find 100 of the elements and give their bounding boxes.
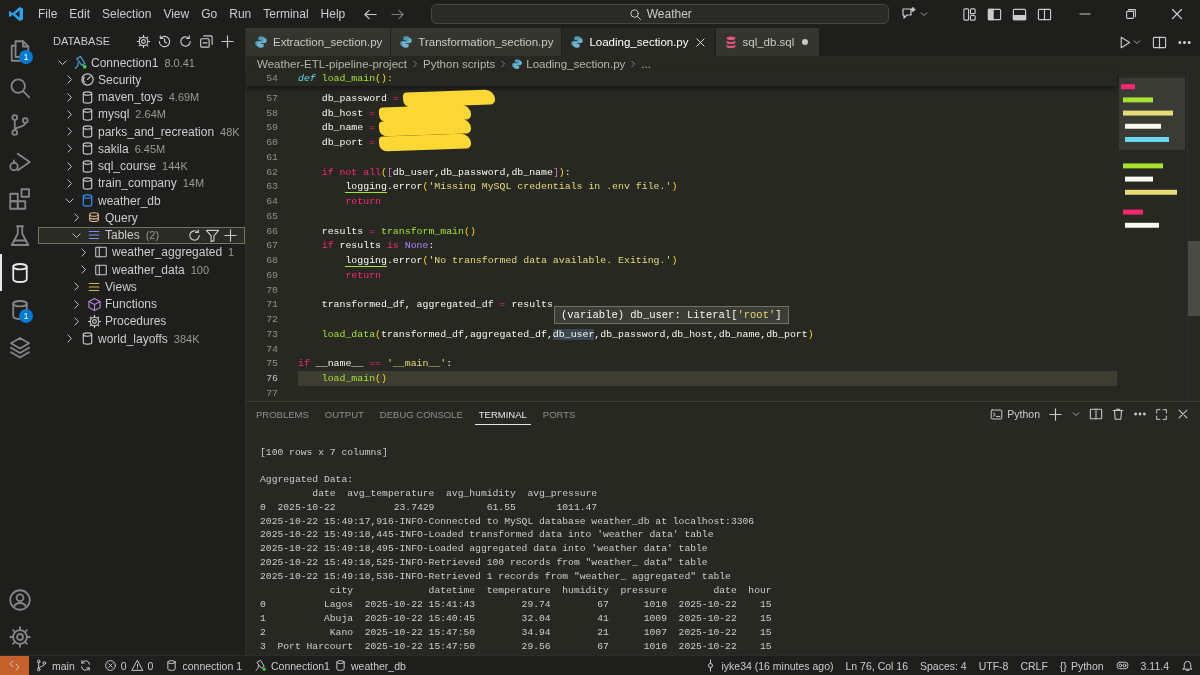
python-file-icon xyxy=(511,57,524,70)
tree-item[interactable]: Views xyxy=(38,278,245,296)
tree-item[interactable]: world_layoffs 384K xyxy=(38,330,245,348)
status-item[interactable]: {} Python xyxy=(1053,656,1110,675)
notification-badge: 1 xyxy=(19,309,33,323)
terminal-line: date avg_temperature avg_humidity avg_pressure xyxy=(311,486,599,501)
sidebar-toggle-icon[interactable] xyxy=(987,6,1002,22)
tree-item[interactable]: Query xyxy=(38,209,245,227)
tree-item[interactable]: mysql 2.64M xyxy=(38,105,245,123)
account-icon[interactable] xyxy=(8,587,32,612)
close-icon[interactable] xyxy=(693,35,707,49)
bell-icon xyxy=(1181,659,1194,672)
tree-item[interactable]: weather_data 100 xyxy=(38,261,245,279)
status-item[interactable]: iyke34 (16 minutes ago) xyxy=(698,656,840,675)
plus-icon[interactable] xyxy=(1048,406,1063,422)
panel-tab[interactable]: TERMINAL xyxy=(474,403,531,425)
files-icon[interactable] xyxy=(8,38,32,63)
breadcrumb-item[interactable]: Weather-ETL-pipeline-project xyxy=(257,57,407,70)
history-icon[interactable] xyxy=(157,33,172,49)
panel-toggle-icon[interactable] xyxy=(1012,6,1027,22)
gear-icon[interactable] xyxy=(8,624,32,649)
status-item[interactable]: CRLF xyxy=(1014,656,1054,675)
tree-item[interactable]: Security xyxy=(38,71,245,89)
split-editor-icon[interactable] xyxy=(1089,407,1103,421)
line-number: 76 xyxy=(265,373,279,385)
chevron-right-icon xyxy=(410,58,420,69)
collapse-all-icon[interactable] xyxy=(199,33,214,49)
extensions-icon[interactable] xyxy=(8,186,32,211)
status-item[interactable]: main xyxy=(29,656,98,675)
line-number: 57 xyxy=(265,92,279,104)
status-item[interactable]: Ln 76, Col 16 xyxy=(839,656,914,675)
tree-item[interactable]: train_company 14M xyxy=(38,174,245,192)
plus-icon[interactable] xyxy=(220,33,235,49)
panel-tab[interactable]: PROBLEMS xyxy=(252,403,313,425)
branch-icon[interactable] xyxy=(8,112,32,137)
tree-item[interactable]: sql_course 144K xyxy=(38,157,245,175)
editor-tab[interactable]: Extraction_section.py xyxy=(246,28,392,56)
hover-tooltip: (variable) db_user: Literal['root'] xyxy=(554,306,789,324)
layers-icon[interactable] xyxy=(8,334,32,359)
filter-icon[interactable] xyxy=(205,227,220,243)
app-logo-icon[interactable] xyxy=(8,6,24,22)
gauge-icon xyxy=(79,72,95,88)
menu-item[interactable]: Run xyxy=(223,4,258,24)
menu-item[interactable]: Selection xyxy=(96,4,158,24)
breadcrumb-item[interactable]: ... xyxy=(641,57,651,70)
line-number: 59 xyxy=(265,122,279,134)
error-icon xyxy=(103,659,117,672)
chevron-down-icon[interactable] xyxy=(919,9,930,19)
split-editor-icon[interactable] xyxy=(1152,34,1167,50)
tree-item[interactable]: weather_db xyxy=(38,192,245,210)
breadcrumb-item[interactable]: Python scripts xyxy=(423,57,496,70)
menu-item[interactable]: File xyxy=(32,4,64,24)
trash-icon[interactable] xyxy=(1111,407,1125,421)
layout-icon[interactable] xyxy=(962,6,977,22)
menu-item[interactable]: Go xyxy=(195,4,224,24)
command-center-search[interactable]: Weather xyxy=(431,4,890,24)
chevron-down-icon[interactable] xyxy=(1071,409,1081,419)
tree-item[interactable]: Tables (2) xyxy=(38,226,245,244)
status-item[interactable]: 0 0 xyxy=(97,656,160,675)
line-number: 73 xyxy=(265,328,279,340)
breadcrumb-item[interactable]: Loading_section.py xyxy=(526,57,626,70)
code-line: results = transform_main() xyxy=(320,225,476,237)
refresh-icon[interactable] xyxy=(187,227,202,243)
panel-tab[interactable]: DEBUG CONSOLE xyxy=(375,403,467,425)
maximize-icon[interactable] xyxy=(1155,407,1168,421)
tree-item[interactable]: Connection1 8.0.41 xyxy=(38,54,245,72)
status-item[interactable]: UTF-8 xyxy=(972,656,1015,675)
plus-icon[interactable] xyxy=(223,227,238,243)
editor-tab[interactable]: Transformation_section.py xyxy=(391,28,563,56)
close-icon[interactable] xyxy=(1176,407,1190,421)
status-item[interactable]: Spaces: 4 xyxy=(914,656,973,675)
tree-item[interactable]: weather_aggregated 1 xyxy=(38,243,245,261)
refresh-icon[interactable] xyxy=(178,33,193,49)
menu-item[interactable]: Help xyxy=(314,4,352,24)
tree-item[interactable]: sakila 6.45M xyxy=(38,140,245,158)
panel-tab[interactable]: PORTS xyxy=(538,403,580,425)
terminal-line: 2 Kano 2025-10-22 15:47:50 34.94 21 1007 2025-10-22 15 xyxy=(260,625,773,640)
menu-item[interactable]: View xyxy=(157,4,196,24)
flask-icon[interactable] xyxy=(8,223,32,248)
editor-tab[interactable]: sql_db.sql xyxy=(715,28,821,56)
tree-item[interactable]: maven_toys 4.69M xyxy=(38,88,245,106)
editor-tab[interactable]: Loading_section.py xyxy=(562,28,716,56)
close-icon[interactable] xyxy=(1169,6,1185,22)
scrollbar-thumb[interactable] xyxy=(1188,241,1200,316)
menu-item[interactable]: Edit xyxy=(63,4,97,24)
tree-item[interactable]: Functions xyxy=(38,295,245,313)
restore-icon[interactable] xyxy=(1124,7,1138,21)
tree-item[interactable]: parks_and_recreation 48K xyxy=(38,123,245,141)
panel-tab[interactable]: OUTPUT xyxy=(320,403,368,425)
split-editor-icon[interactable] xyxy=(1037,6,1052,22)
menu-item[interactable]: Terminal xyxy=(257,4,315,24)
status-item[interactable]: 3.11.4 xyxy=(1134,656,1175,675)
status-item[interactable]: connection 1 xyxy=(159,656,248,675)
chevron-down-icon[interactable] xyxy=(1132,37,1142,47)
status-item[interactable]: Connection1 weather_db xyxy=(248,656,412,675)
code-line: logging.error('Missing MySQL credentials in .env file.') xyxy=(344,181,678,193)
gear-icon[interactable] xyxy=(136,33,151,49)
terminal-selector[interactable]: Python xyxy=(990,407,1040,421)
code-line: db_port = xyxy=(320,137,376,149)
tree-item[interactable]: Procedures xyxy=(38,312,245,330)
